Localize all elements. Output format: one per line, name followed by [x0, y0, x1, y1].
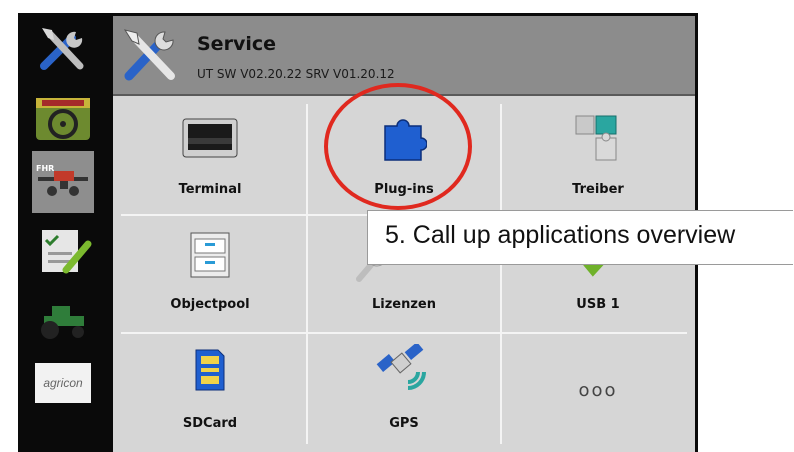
checklist-icon — [42, 230, 92, 274]
tile-gps[interactable]: GPS — [307, 334, 501, 452]
sd-card-icon — [195, 349, 225, 391]
tile-treiber[interactable]: Treiber — [501, 96, 695, 214]
instruction-callout: 5. Call up applications overview — [367, 210, 793, 265]
tile-label: USB 1 — [576, 297, 620, 312]
sidebar: FHR agricon — [18, 13, 110, 452]
version-text: UT SW V02.20.22 SRV V01.20.12 — [197, 67, 395, 81]
sidebar-item-sprayer[interactable]: FHR — [32, 151, 94, 213]
satellite-icon — [376, 344, 426, 390]
agricon-logo-text: agricon — [43, 376, 83, 390]
sidebar-item-checklist[interactable] — [32, 223, 94, 279]
agricon-logo: agricon — [35, 363, 91, 403]
tile-label: GPS — [389, 416, 419, 431]
sidebar-item-agricon[interactable]: agricon — [32, 355, 94, 411]
terminal-icon — [182, 118, 238, 158]
page-title: Service — [197, 33, 276, 55]
tile-label: SDCard — [182, 416, 238, 431]
more-icon: ooo — [578, 380, 618, 401]
sidebar-item-steering[interactable] — [32, 91, 94, 147]
callout-text: 5. Call up applications overview — [385, 221, 736, 249]
tools-icon — [123, 29, 175, 81]
highlight-circle — [324, 83, 472, 210]
tile-more[interactable]: ooo — [501, 334, 695, 452]
tools-icon — [40, 28, 84, 70]
tractor-icon — [41, 306, 84, 339]
sidebar-item-tractor[interactable] — [32, 291, 94, 347]
drawer-cabinet-icon — [190, 232, 230, 278]
sidebar-item-service[interactable] — [32, 21, 94, 77]
tile-terminal[interactable]: Terminal — [113, 96, 307, 214]
tile-label: Objectpool — [170, 297, 250, 312]
tile-label: Lizenzen — [371, 297, 437, 312]
sprayer-icon: FHR — [36, 164, 88, 196]
sprayer-label: FHR — [36, 164, 54, 173]
tile-objectpool[interactable]: Objectpool — [113, 215, 307, 333]
steering-wheel-icon — [36, 98, 90, 140]
tile-label: Terminal — [178, 182, 242, 197]
tile-sdcard[interactable]: SDCard — [113, 334, 307, 452]
tile-label: Treiber — [572, 182, 624, 197]
puzzle-pieces-icon — [575, 115, 617, 161]
